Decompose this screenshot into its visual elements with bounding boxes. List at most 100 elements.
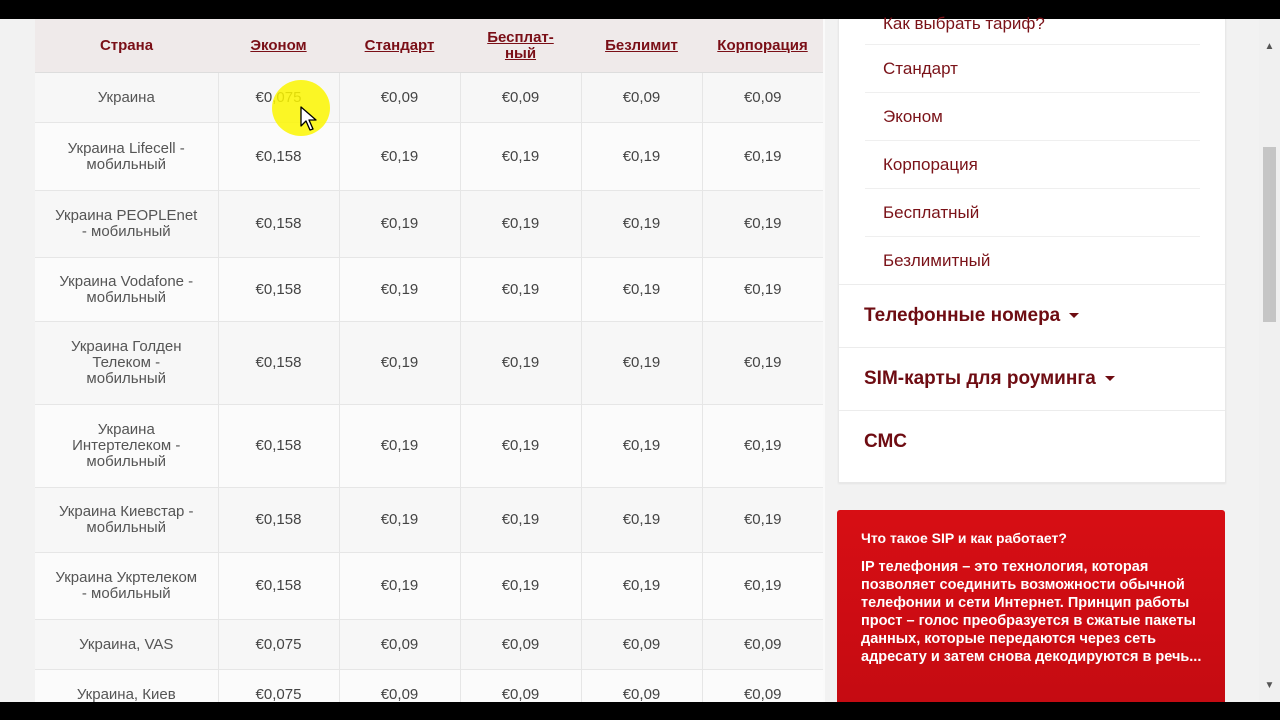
section-sms-label: СМС: [864, 431, 908, 452]
sip-info-text: IP телефония – это технология, которая п…: [861, 559, 1202, 665]
price-cell: €0,19: [702, 321, 823, 405]
tariff-link-unlimited[interactable]: Безлимитный: [865, 237, 1200, 284]
rates-table-container: Страна Эконом Стандарт Бесплат- ный Безл…: [35, 19, 825, 702]
price-cell: €0,19: [702, 190, 823, 258]
price-cell: €0,158: [218, 404, 340, 488]
caret-down-icon: [1104, 376, 1115, 382]
price-cell: €0,158: [218, 321, 340, 405]
mouse-pointer-icon: [300, 106, 317, 131]
country-cell: Украина Укртелеком - мобильный: [35, 552, 219, 620]
section-phone-numbers-label: Телефонные номера: [864, 305, 1061, 326]
tariff-link-free[interactable]: Бесплатный: [865, 189, 1200, 237]
caret-down-icon: [1069, 313, 1080, 319]
country-cell: Украина, VAS: [35, 619, 219, 670]
price-cell: €0,19: [460, 257, 582, 322]
price-cell: €0,09: [702, 72, 823, 123]
price-cell: €0,075: [218, 669, 340, 702]
price-cell: €0,158: [218, 190, 340, 258]
table-row: Украина€0,075€0,09€0,09€0,09€0,09: [35, 72, 823, 123]
price-cell: €0,19: [460, 487, 582, 553]
table-row: Украина Голден Телеком - мобильный €0,158…: [35, 321, 823, 405]
price-cell: €0,19: [702, 257, 823, 322]
table-row: Украина PEOPLEnet - мобильный €0,158 €0,19…: [35, 190, 823, 258]
price-cell: €0,19: [702, 122, 823, 191]
scrollbar-thumb[interactable]: [1263, 147, 1276, 322]
price-cell: €0,19: [581, 257, 703, 322]
rates-table: Страна Эконом Стандарт Бесплат- ный Безл…: [35, 19, 823, 702]
price-cell: €0,19: [339, 122, 461, 191]
sip-info-box: Что такое SIP и как работает? IP телефон…: [837, 510, 1225, 702]
vertical-scrollbar[interactable]: ▲ ▼: [1259, 19, 1280, 702]
column-header-econom[interactable]: Эконом: [218, 19, 339, 73]
price-cell: €0,19: [581, 190, 703, 258]
price-cell: €0,19: [581, 321, 703, 405]
table-row: Украина Lifecell - мобильный €0,158 €0,19 €…: [35, 122, 823, 191]
price-cell: €0,09: [339, 619, 461, 670]
table-row: Украина, VAS €0,075 €0,09 €0,09 €0,09 €0,09: [35, 619, 823, 670]
price-cell: €0,158: [218, 257, 340, 322]
price-cell: €0,09: [702, 669, 823, 702]
country-cell: Украина Lifecell - мобильный: [35, 122, 219, 191]
country-cell: Украина PEOPLEnet - мобильный: [35, 190, 219, 258]
price-cell: €0,09: [581, 619, 703, 670]
column-header-free[interactable]: Бесплат- ный: [460, 19, 581, 73]
price-cell: €0,19: [460, 321, 582, 405]
tariff-link-how-to-choose[interactable]: Как выбрать тариф?: [865, 15, 1200, 45]
price-cell: €0,158: [218, 552, 340, 620]
bottom-black-bar: [0, 702, 1280, 720]
price-cell: €0,19: [702, 552, 823, 620]
price-cell: €0,19: [339, 404, 461, 488]
price-cell: €0,19: [339, 257, 461, 322]
table-row: Украина Укртелеком - мобильный €0,158 €0,1…: [35, 552, 823, 620]
tariff-link-standard[interactable]: Стандарт: [865, 45, 1200, 93]
column-header-corporation[interactable]: Корпорация: [702, 19, 823, 73]
price-cell: €0,19: [460, 404, 582, 488]
country-cell: Украина: [35, 72, 219, 123]
table-row: Украина Интертелеком - мобильный €0,158 €0…: [35, 404, 823, 488]
price-cell: €0,19: [702, 404, 823, 488]
price-cell: €0,19: [339, 190, 461, 258]
price-cell: €0,19: [460, 190, 582, 258]
price-cell: €0,19: [581, 552, 703, 620]
price-cell: €0,09: [460, 72, 582, 123]
tariff-link-econom[interactable]: Эконом: [865, 93, 1200, 141]
section-phone-numbers[interactable]: Телефонные номера: [839, 284, 1225, 347]
price-cell: €0,09: [339, 72, 461, 123]
table-row: Украина Киевстар - мобильный €0,158 €0,19 €…: [35, 487, 823, 553]
column-header-standard[interactable]: Стандарт: [339, 19, 460, 73]
column-header-country: Страна: [35, 19, 218, 73]
section-roaming-sim[interactable]: SIM-карты для роуминга: [839, 347, 1225, 410]
price-cell: €0,19: [581, 122, 703, 191]
scroll-up-arrow-icon[interactable]: ▲: [1259, 38, 1280, 55]
table-header-row: Страна Эконом Стандарт Бесплат- ный Безл…: [35, 19, 823, 73]
price-cell: €0,09: [460, 669, 582, 702]
table-row: Украина, Киев €0,075 €0,09 €0,09 €0,09 €0,09: [35, 669, 823, 702]
country-cell: Украина Киевстар - мобильный: [35, 487, 219, 553]
tariff-list: Как выбрать тариф? Стандарт Эконом Корпо…: [839, 15, 1225, 284]
price-cell: €0,09: [581, 72, 703, 123]
tariffs-sidebar: Как выбрать тариф? Стандарт Эконом Корпо…: [838, 15, 1226, 483]
price-cell: €0,09: [460, 619, 582, 670]
price-cell: €0,075: [218, 619, 340, 670]
tariff-link-corporation[interactable]: Корпорация: [865, 141, 1200, 189]
price-cell: €0,19: [581, 487, 703, 553]
scroll-down-arrow-icon[interactable]: ▼: [1259, 677, 1280, 694]
price-cell: €0,19: [339, 487, 461, 553]
sip-info-title[interactable]: Что такое SIP и как работает?: [861, 530, 1067, 546]
price-cell: €0,19: [460, 122, 582, 191]
country-cell: Украина Интертелеком - мобильный: [35, 404, 219, 488]
section-roaming-sim-label: SIM-карты для роуминга: [864, 368, 1096, 389]
table-row: Украина Vodafone - мобильный €0,158 €0,19 €…: [35, 257, 823, 322]
country-cell: Украина, Киев: [35, 669, 219, 702]
price-cell: €0,19: [339, 321, 461, 405]
price-cell: €0,158: [218, 122, 340, 191]
country-cell: Украина Vodafone - мобильный: [35, 257, 219, 322]
section-sms[interactable]: СМС: [839, 410, 1225, 473]
price-cell: €0,158: [218, 487, 340, 553]
table-body: Украина€0,075€0,09€0,09€0,09€0,09Украина…: [35, 72, 823, 702]
price-cell: €0,19: [460, 552, 582, 620]
column-header-unlimited[interactable]: Безлимит: [581, 19, 702, 73]
country-cell: Украина Голден Телеком - мобильный: [35, 321, 219, 405]
price-cell: €0,09: [702, 619, 823, 670]
price-cell: €0,09: [581, 669, 703, 702]
